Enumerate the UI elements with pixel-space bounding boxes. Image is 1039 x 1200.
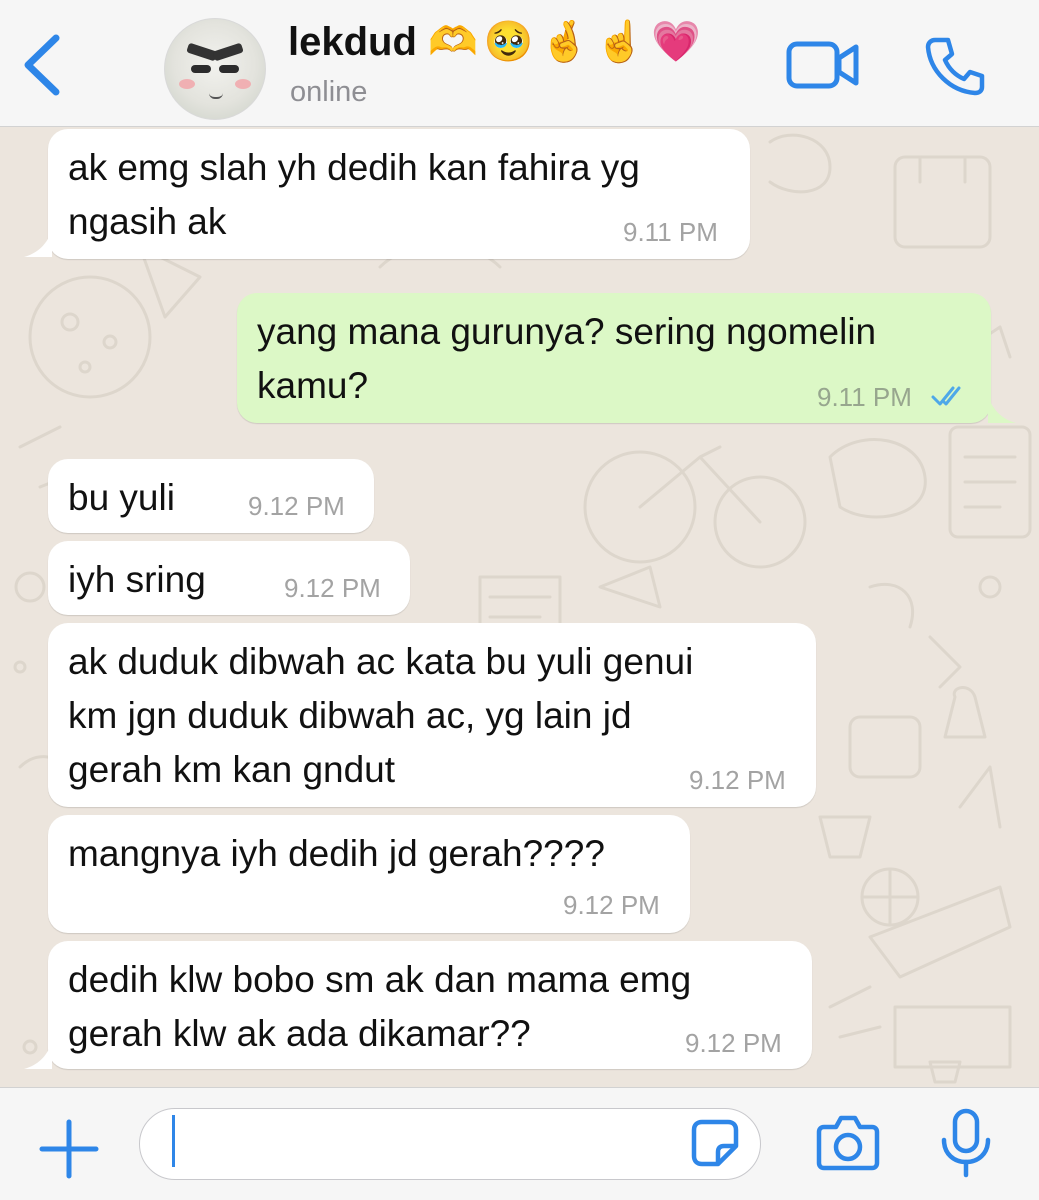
message-bubble-outgoing[interactable]: yang mana gurunya? sering ngomelin kamu?…: [237, 293, 991, 423]
phone-icon: [925, 37, 985, 96]
sticker-icon: [691, 1119, 739, 1167]
message-text: ak emg slah yh dedih kan fahira yg ngasi…: [68, 147, 640, 242]
video-call-button[interactable]: [785, 38, 861, 92]
message-timestamp: 9.12 PM: [248, 491, 345, 521]
message-bubble-incoming[interactable]: dedih klw bobo sm ak dan mama emg gerah …: [48, 941, 812, 1069]
message-bubble-incoming[interactable]: iyh sring 9.12 PM: [48, 541, 410, 615]
contact-name-emoji: 🫶🥹🤞☝️💗: [428, 19, 708, 65]
message-timestamp: 9.12 PM: [563, 890, 660, 920]
message-bubble-incoming[interactable]: ak emg slah yh dedih kan fahira yg ngasi…: [48, 129, 750, 259]
message-timestamp: 9.12 PM: [685, 1028, 782, 1058]
chat-header: lekdud 🫶🥹🤞☝️💗 online: [0, 0, 1039, 127]
text-cursor: [172, 1115, 175, 1167]
read-receipt-icon: [931, 386, 961, 406]
plus-icon: [39, 1119, 99, 1179]
camera-icon: [816, 1115, 880, 1171]
message-list[interactable]: ak emg slah yh dedih kan fahira yg ngasi…: [0, 127, 1039, 1087]
contact-name[interactable]: lekdud: [288, 20, 417, 65]
bubble-tail: [988, 397, 1016, 423]
message-bubble-incoming[interactable]: ak duduk dibwah ac kata bu yuli genui km…: [48, 623, 816, 807]
voice-call-button[interactable]: [924, 36, 986, 96]
message-bubble-incoming[interactable]: mangnya iyh dedih jd gerah???? 9.12 PM: [48, 815, 690, 933]
message-text: ak duduk dibwah ac kata bu yuli genui km…: [68, 641, 694, 790]
bubble-tail: [24, 231, 52, 257]
message-timestamp: 9.12 PM: [689, 765, 786, 795]
contact-status: online: [290, 76, 368, 108]
message-text: iyh sring: [68, 559, 206, 600]
message-text: yang mana gurunya? sering ngomelin kamu?: [257, 311, 877, 406]
contact-avatar[interactable]: [164, 18, 266, 120]
back-button[interactable]: [18, 30, 68, 100]
chevron-left-icon: [24, 34, 60, 96]
bubble-tail: [24, 1043, 52, 1069]
message-text: mangnya iyh dedih jd gerah????: [68, 833, 605, 874]
message-timestamp: 9.12 PM: [284, 573, 381, 603]
message-timestamp: 9.11 PM: [817, 382, 912, 412]
message-text: bu yuli: [68, 477, 175, 518]
message-bubble-incoming[interactable]: bu yuli 9.12 PM: [48, 459, 374, 533]
message-input[interactable]: [139, 1108, 761, 1180]
camera-button[interactable]: [816, 1113, 880, 1171]
attach-button[interactable]: [36, 1116, 102, 1182]
microphone-icon: [941, 1108, 991, 1178]
message-text: dedih klw bobo sm ak dan mama emg gerah …: [68, 959, 692, 1054]
video-camera-icon: [786, 41, 859, 89]
sticker-button[interactable]: [690, 1118, 740, 1168]
composer-bar: [0, 1087, 1039, 1200]
message-timestamp: 9.11 PM: [623, 217, 718, 247]
microphone-button[interactable]: [938, 1108, 994, 1178]
